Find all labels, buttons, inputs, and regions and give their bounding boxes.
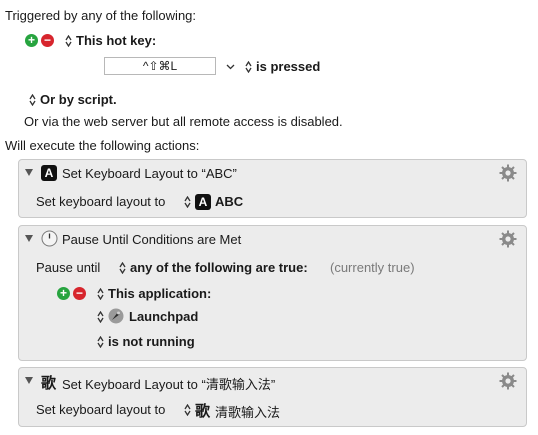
hotkey-label[interactable]: This hot key: — [76, 33, 156, 48]
add-condition-icon[interactable]: + — [57, 287, 70, 300]
app-name[interactable]: Launchpad — [129, 309, 198, 324]
gear-icon[interactable] — [499, 164, 517, 182]
disclosure-triangle-icon[interactable] — [25, 235, 33, 242]
add-trigger-icon[interactable]: + — [25, 34, 38, 47]
keyboard-layout-icon: A — [41, 165, 57, 181]
condition-mode-stepper-icon[interactable] — [119, 262, 126, 274]
remove-trigger-icon[interactable]: − — [41, 34, 54, 47]
gear-icon[interactable] — [499, 230, 517, 248]
layout-stepper-icon[interactable] — [184, 196, 191, 208]
trigger-heading: Triggered by any of the following: — [5, 8, 197, 23]
action-title: Set Keyboard Layout to “ABC” — [62, 166, 237, 181]
actions-heading: Will execute the following actions: — [5, 138, 200, 153]
set-layout-label: Set keyboard layout to — [36, 194, 166, 209]
hotkey-condition[interactable]: is pressed — [256, 59, 320, 74]
clock-icon — [41, 230, 58, 247]
app-state[interactable]: is not running — [108, 334, 195, 349]
chevron-down-icon[interactable] — [226, 59, 235, 74]
layout-qingge-icon: 歌 — [195, 403, 211, 420]
condition-mode[interactable]: any of the following are true: — [130, 260, 308, 275]
condition-stepper-icon[interactable] — [245, 61, 252, 73]
action-title: Set Keyboard Layout to “清歌输入法” — [62, 377, 276, 392]
layout-abc-icon: A — [195, 194, 211, 210]
disclosure-triangle-icon[interactable] — [25, 169, 33, 176]
hotkey-field[interactable]: ^⇧⌘L — [104, 57, 216, 75]
disclosure-triangle-icon[interactable] — [25, 377, 33, 384]
gear-icon[interactable] — [499, 372, 517, 390]
remove-condition-icon[interactable]: − — [73, 287, 86, 300]
condition-type-stepper-icon[interactable] — [97, 288, 104, 300]
app-stepper-icon[interactable] — [97, 311, 104, 323]
layout-value[interactable]: 清歌输入法 — [215, 402, 280, 421]
condition-label[interactable]: This application: — [108, 286, 211, 301]
action-pause-until[interactable]: Pause Until Conditions are Met Pause unt… — [18, 225, 527, 361]
script-stepper-icon[interactable] — [29, 94, 36, 106]
hotkey-type-stepper-icon[interactable] — [65, 35, 72, 47]
web-server-note: Or via the web server but all remote acc… — [24, 114, 343, 129]
launchpad-icon — [108, 308, 124, 324]
keyboard-layout-icon: 歌 — [41, 375, 57, 392]
pause-until-label: Pause until — [36, 260, 101, 275]
script-trigger-label[interactable]: Or by script. — [40, 92, 117, 107]
set-layout-label: Set keyboard layout to — [36, 402, 166, 417]
action-set-layout-abc[interactable]: A Set Keyboard Layout to “ABC” Set keybo… — [18, 159, 527, 218]
action-title: Pause Until Conditions are Met — [62, 232, 242, 247]
condition-status: (currently true) — [330, 260, 415, 275]
layout-stepper-icon[interactable] — [184, 404, 191, 416]
app-state-stepper-icon[interactable] — [97, 336, 104, 348]
layout-value[interactable]: ABC — [215, 194, 243, 209]
action-set-layout-qingge[interactable]: 歌 Set Keyboard Layout to “清歌输入法” Set key… — [18, 367, 527, 427]
